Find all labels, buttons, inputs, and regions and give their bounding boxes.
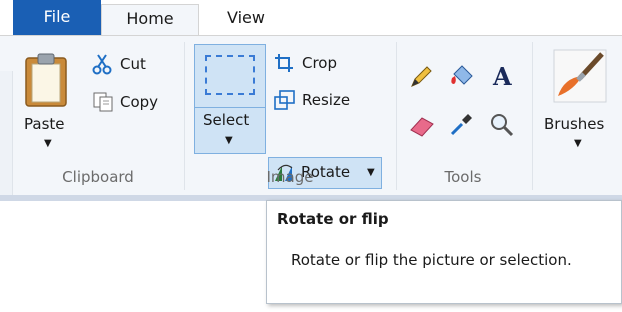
- chevron-down-icon: ▼: [367, 167, 375, 178]
- tooltip-title: Rotate or flip: [277, 210, 389, 228]
- tooltip-rotate: Rotate or flip Rotate or flip the pictur…: [266, 200, 622, 304]
- selection-rectangle-icon: [205, 55, 255, 95]
- chevron-down-icon: ▼: [574, 138, 582, 149]
- paste-button[interactable]: Paste ▼: [16, 40, 80, 160]
- paste-label: Paste: [24, 115, 65, 133]
- crop-icon: [275, 54, 293, 72]
- eraser-icon: [410, 117, 434, 137]
- tab-home[interactable]: Home: [101, 4, 199, 36]
- eraser-button[interactable]: [408, 112, 438, 142]
- resize-button[interactable]: Resize: [274, 90, 350, 110]
- brushes-button[interactable]: Brushes ▼: [538, 40, 622, 160]
- ribbon-tab-bar: File Home View: [0, 0, 622, 36]
- group-label-image: Image: [266, 168, 314, 186]
- svg-text:A: A: [492, 62, 512, 90]
- select-label: Select: [203, 111, 250, 129]
- scissors-icon: [92, 54, 112, 75]
- clipboard-icon: [25, 53, 67, 107]
- select-split-divider: [195, 107, 265, 108]
- crop-button[interactable]: Crop: [274, 53, 337, 73]
- cut-label: Cut: [120, 55, 146, 73]
- fill-bucket-icon: [451, 65, 473, 85]
- group-label-tools: Tools: [444, 168, 482, 186]
- group-separator: [184, 42, 185, 190]
- crop-label: Crop: [302, 54, 338, 72]
- chevron-down-icon: ▼: [44, 138, 52, 149]
- brushes-label: Brushes: [544, 115, 605, 133]
- resize-label: Resize: [302, 91, 351, 109]
- tab-view[interactable]: View: [199, 4, 293, 34]
- ribbon-home: Paste ▼ Cut Copy Clipboard Select ▼ Crop…: [0, 35, 622, 237]
- pencil-button[interactable]: [408, 64, 438, 94]
- select-button[interactable]: Select ▼: [194, 44, 266, 154]
- text-icon: A: [492, 62, 512, 91]
- pencil-icon: [411, 66, 432, 87]
- magnifier-icon: [491, 114, 514, 137]
- copy-label: Copy: [120, 93, 159, 111]
- copy-icon: [93, 92, 113, 112]
- eyedropper-icon: [450, 114, 472, 136]
- cut-button[interactable]: Cut: [92, 53, 146, 75]
- magnifier-button[interactable]: [489, 112, 519, 142]
- color-picker-button[interactable]: [448, 110, 478, 140]
- resize-icon: [274, 90, 295, 110]
- fill-button[interactable]: [448, 62, 478, 92]
- chevron-down-icon: ▼: [225, 135, 233, 146]
- tab-file[interactable]: File: [13, 0, 101, 36]
- brush-icon: [553, 49, 607, 103]
- group-label-clipboard: Clipboard: [62, 168, 134, 186]
- text-button[interactable]: A: [489, 62, 519, 92]
- tooltip-body: Rotate or flip the picture or selection.: [291, 251, 572, 269]
- copy-button[interactable]: Copy: [92, 91, 158, 113]
- group-separator: [396, 42, 397, 190]
- group-separator: [532, 42, 533, 190]
